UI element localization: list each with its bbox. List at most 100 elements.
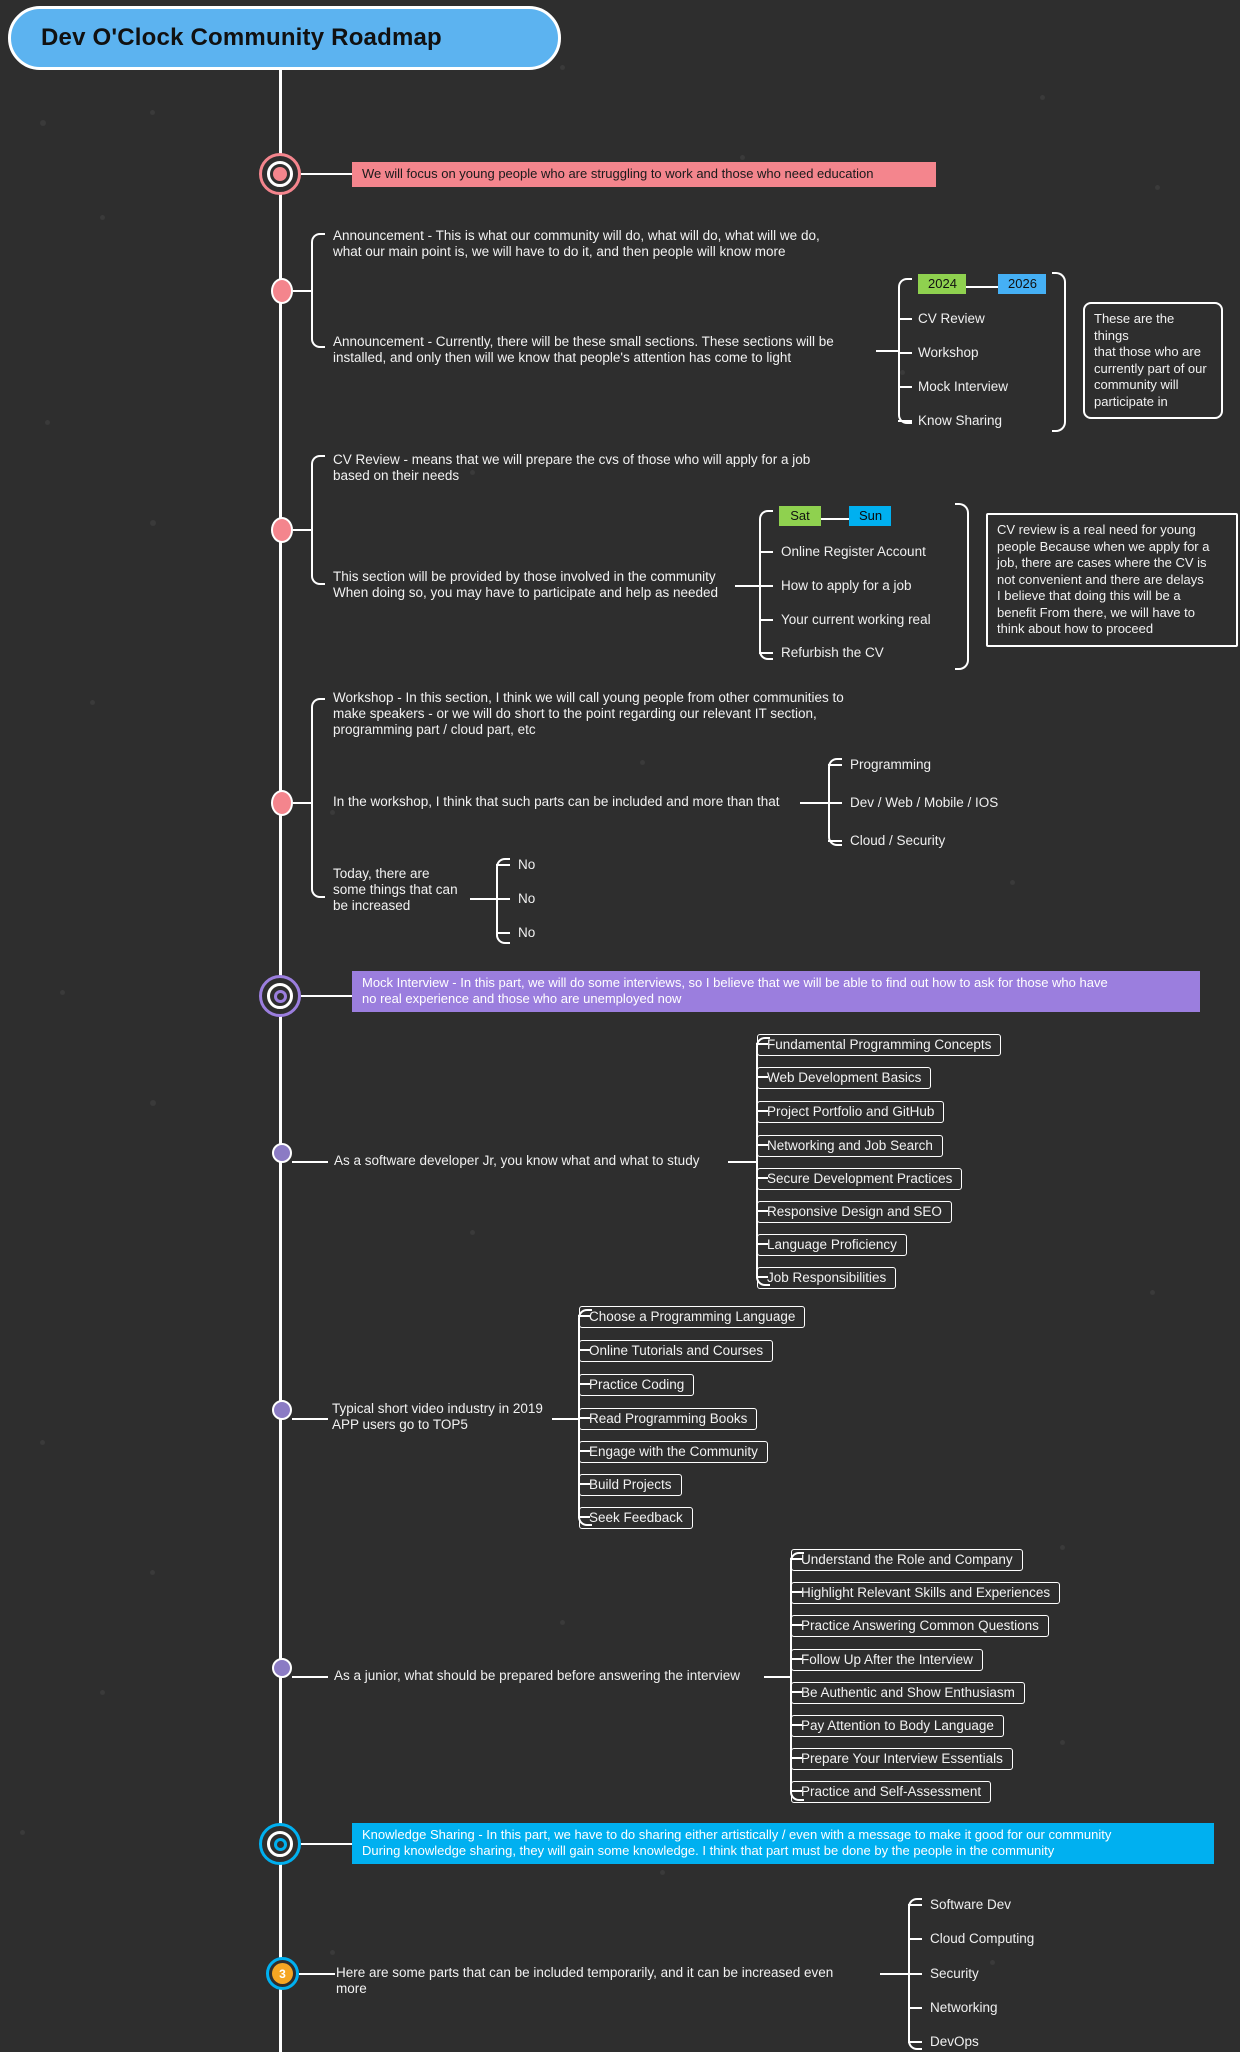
final-node-number: 3 [279,1966,286,1981]
workshop-part-item: Programming [850,757,932,772]
leaf-tick [828,764,842,766]
announcement-1-text: Announcement - This is what our communit… [333,228,820,259]
section-callout: These are the things that those who are … [1083,302,1223,419]
video-item: Read Programming Books [579,1408,758,1430]
decorative-dot [1040,95,1045,100]
connector-jr-tree [728,1161,756,1163]
connector-today [470,898,496,900]
decorative-dot [40,120,46,126]
leaf-tick [496,932,510,934]
connector-year-range [966,286,998,288]
announcement-2-text: Announcement - Currently, there will be … [333,334,834,365]
junior-item: Follow Up After the Interview [791,1649,983,1671]
section-list-item: Know Sharing [918,413,1003,428]
jr-item: Job Responsibilities [757,1267,897,1289]
decorative-dot [660,1870,665,1875]
connector-jr [292,1161,328,1163]
junior-item: Prepare Your Interview Essentials [791,1748,1013,1770]
connector-cv-tree [735,585,759,587]
today-item: No [518,891,536,906]
year-end-tag: 2026 [998,274,1046,294]
cv-list-item: Refurbish the CV [781,645,884,660]
knowledge-sharing-banner: Knowledge Sharing - In this part, we hav… [352,1823,1214,1864]
leaf-tick [496,898,510,900]
connector-workshop [293,802,311,804]
cv-list-item: Online Register Account [781,544,926,559]
connector-announcement [293,290,311,292]
node-final-numbered[interactable]: 3 [266,1957,299,1990]
video-item: Build Projects [579,1474,682,1496]
connector-cv [293,529,311,531]
video-item: Seek Feedback [579,1507,693,1529]
video-item: Choose a Programming Language [579,1306,806,1328]
junior-label: As a junior, what should be prepared bef… [334,1668,740,1683]
workshop-part-item: Dev / Web / Mobile / IOS [850,795,999,810]
node-workshop[interactable] [271,790,293,816]
workshop-bracket [311,698,325,898]
decorative-dot [60,990,65,995]
mock-interview-banner: Mock Interview - In this part, we will d… [352,971,1200,1012]
node-focus[interactable] [259,153,301,195]
connector-focus [301,173,352,175]
junior-item: Practice Answering Common Questions [791,1615,1049,1637]
decorative-dot [1060,1740,1065,1745]
junior-item: Understand the Role and Company [791,1549,1023,1571]
cv-list-item: Your current working real [781,612,931,627]
node-junior-prep[interactable] [272,1658,292,1678]
leaf-tick [759,619,773,621]
jr-item: Responsive Design and SEO [757,1201,952,1223]
leaf-tick [908,1938,922,1940]
cv-intro-text: CV Review - means that we will prepare t… [333,452,811,483]
page-title: Dev O'Clock Community Roadmap [8,6,561,70]
decorative-dot [640,760,645,765]
node-cv-review[interactable] [271,517,293,543]
workshop-part-item: Cloud / Security [850,833,946,848]
decorative-dot [100,1690,105,1695]
jr-item: Web Development Basics [757,1067,932,1089]
connector-final-tree [880,1973,908,1975]
leaf-tick [898,352,912,354]
decorative-dot [90,700,95,705]
year-start-tag: 2024 [918,274,966,294]
final-item: DevOps [930,2034,979,2049]
section-list-item: CV Review [918,311,985,326]
focus-banner: We will focus on young people who are st… [352,162,936,187]
node-knowledge-sharing[interactable] [259,1823,301,1865]
leaf-tick [759,551,773,553]
leaf-tick [759,652,773,654]
leaf-tick [908,2041,922,2043]
node-jr-developer[interactable] [272,1143,292,1163]
jr-item: Language Proficiency [757,1234,907,1256]
leaf-tick [898,318,912,320]
roadmap-canvas: Dev O'Clock Community Roadmap We will fo… [0,0,1240,2052]
node-mock-interview[interactable] [259,975,301,1017]
decorative-dot [560,65,565,70]
jr-item: Fundamental Programming Concepts [757,1034,1002,1056]
junior-item: Pay Attention to Body Language [791,1715,1004,1737]
connector-video-tree [552,1418,578,1420]
junior-item: Practice and Self-Assessment [791,1781,992,1803]
node-announcement[interactable] [271,278,293,304]
final-item: Software Dev [930,1897,1012,1912]
leaf-tick [898,386,912,388]
final-node-badge: 3 [272,1963,293,1984]
junior-item: Be Authentic and Show Enthusiasm [791,1682,1025,1704]
connector-junior-tree [764,1676,790,1678]
connector-announcement2-tree [876,350,898,352]
section-list-item: Mock Interview [918,379,1009,394]
year-tree-bracket [898,278,912,424]
decorative-dot [150,1100,156,1106]
connector-final [299,1973,335,1975]
video-item: Practice Coding [579,1374,695,1396]
connector-day-range [821,518,849,520]
connector-knowledge [301,1843,352,1845]
decorative-dot [330,1950,335,1955]
decorative-dot [1010,880,1015,885]
decorative-dot [1150,1290,1155,1295]
section-list-item: Workshop [918,345,979,360]
leaf-tick [898,420,912,422]
today-label: Today, there are some things that can be… [333,866,458,913]
node-video-industry[interactable] [272,1400,292,1420]
final-label: Here are some parts that can be included… [336,1965,834,1996]
final-item: Networking [930,2000,998,2015]
